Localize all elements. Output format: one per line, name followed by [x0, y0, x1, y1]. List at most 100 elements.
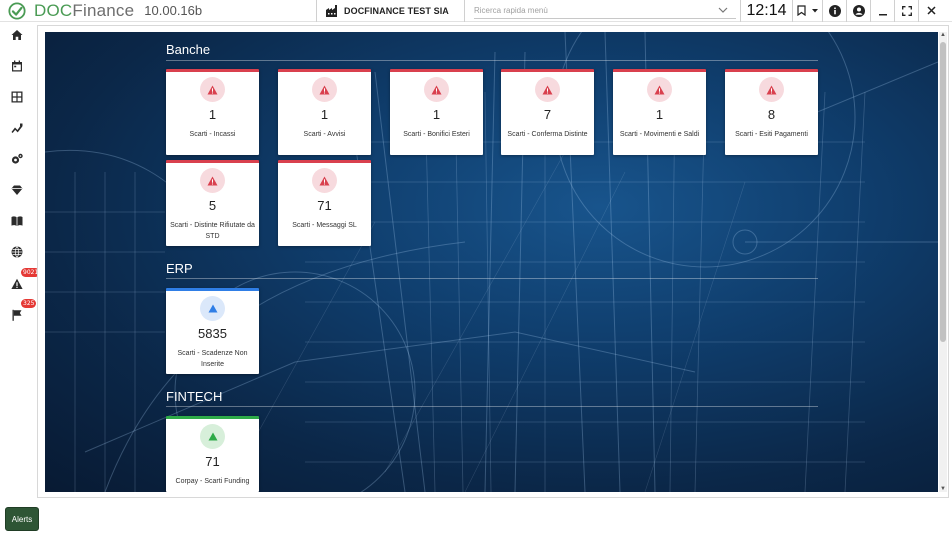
sidebar-item-flags[interactable]: 325: [9, 299, 37, 323]
triangle-up-icon: [200, 424, 225, 449]
version-label: 10.00.16b: [144, 3, 203, 18]
quick-menu-search-input[interactable]: [474, 2, 736, 19]
user-icon: [852, 4, 865, 17]
warning-icon: [535, 77, 560, 102]
sidebar-item-docs[interactable]: [9, 213, 25, 229]
section-title-erp: ERP: [166, 261, 193, 276]
alert-count: 1: [655, 107, 664, 122]
sidebar-item-dashboard[interactable]: [9, 89, 25, 105]
section-divider: [166, 406, 818, 407]
trend-chart-icon: [11, 123, 23, 133]
alert-label: Scarti - Bonifici Esteri: [403, 131, 470, 138]
section-divider: [166, 278, 818, 279]
alert-count: 5835: [198, 326, 227, 341]
company-name: DOCFINANCE TEST SIA: [344, 5, 449, 16]
close-button[interactable]: [918, 0, 943, 22]
sidebar-item-calendar[interactable]: [9, 58, 25, 74]
alert-label: Scarti - Messaggi SL: [292, 222, 357, 229]
diamond-icon: [11, 185, 23, 195]
alert-label: Scarti - Avvisi: [303, 131, 346, 138]
flags-count-badge: 325: [21, 299, 37, 308]
alert-count: 71: [317, 198, 332, 213]
alert-count: 1: [432, 107, 441, 122]
minimize-icon: [878, 13, 887, 15]
fullscreen-button[interactable]: [894, 0, 918, 22]
alert-label: Scarti - Incassi: [189, 131, 236, 138]
alert-count: 1: [320, 107, 329, 122]
brand: DOCFinance 10.00.16b: [0, 0, 316, 22]
grid-icon: [11, 91, 23, 103]
vertical-scrollbar[interactable]: ▲ ▼: [939, 32, 947, 492]
warning-icon: [200, 168, 225, 193]
flag-icon: [12, 309, 22, 321]
alert-label: Corpay - Scarti Funding: [175, 478, 250, 485]
alert-card-corpay-scarti-funding[interactable]: 71 Corpay - Scarti Funding: [166, 416, 259, 492]
book-icon: [11, 216, 23, 226]
sidebar-item-web[interactable]: [9, 244, 25, 260]
section-divider: [166, 60, 818, 61]
alert-card-scarti-scadenze-non-inserite[interactable]: 5835 Scarti - Scadenze Non Inserite: [166, 288, 259, 374]
top-bar: DOCFinance 10.00.16b DOCFINANCE TEST SIA…: [0, 0, 952, 22]
scrollbar-thumb[interactable]: [940, 42, 946, 342]
minimize-button[interactable]: [870, 0, 894, 22]
sidebar-item-treasury[interactable]: [9, 182, 25, 198]
info-button[interactable]: [822, 0, 846, 22]
clock: 12:14: [740, 0, 792, 22]
alert-count: 5: [208, 198, 217, 213]
factory-icon: [326, 4, 337, 17]
sidebar-item-analytics[interactable]: [9, 120, 25, 136]
bookmark-button[interactable]: [792, 0, 822, 22]
menu-search: [464, 0, 740, 22]
alert-card-scarti-distinte-rifiutate[interactable]: 5 Scarti - Distinte Rifiutate da STD: [166, 160, 259, 246]
warning-icon: [312, 168, 337, 193]
docfinance-logo-icon: [8, 1, 26, 20]
alert-count: 1: [208, 107, 217, 122]
bookmark-icon: [796, 5, 806, 16]
company-selector[interactable]: DOCFINANCE TEST SIA: [316, 0, 464, 22]
warning-icon: [200, 77, 225, 102]
alert-card-scarti-esiti-pagamenti[interactable]: 8 Scarti - Esiti Pagamenti: [725, 69, 818, 155]
brand-name: DOCFinance: [34, 0, 135, 20]
alert-card-scarti-bonifici-esteri[interactable]: 1 Scarti - Bonifici Esteri: [390, 69, 483, 155]
warning-icon: [11, 278, 23, 289]
triangle-up-icon: [200, 296, 225, 321]
alert-card-scarti-conferma-distinte[interactable]: 7 Scarti - Conferma Distinte: [501, 69, 594, 155]
user-button[interactable]: [846, 0, 870, 22]
chevron-down-icon: [811, 8, 818, 12]
sidebar-item-settings[interactable]: [9, 151, 25, 167]
section-title-banche: Banche: [166, 42, 211, 57]
alert-label: Scarti - Esiti Pagamenti: [735, 131, 808, 138]
alert-card-scarti-incassi[interactable]: 1 Scarti - Incassi: [166, 69, 259, 155]
scroll-down-arrow-icon[interactable]: ▼: [940, 486, 946, 492]
sidebar: 9021 325: [0, 23, 41, 343]
home-icon: [11, 30, 23, 40]
alert-card-scarti-movimenti-saldi[interactable]: 1 Scarti - Movimenti e Saldi: [613, 69, 706, 155]
info-icon: [828, 4, 841, 17]
warning-icon: [312, 77, 337, 102]
alerts-dashboard: Banche 1 Scarti - Incassi 1 Scarti - Avv…: [45, 32, 938, 492]
alert-count: 8: [767, 107, 776, 122]
chevron-down-icon[interactable]: [718, 6, 728, 14]
alert-label: Scarti - Scadenze Non Inserite: [177, 350, 248, 368]
alert-card-scarti-avvisi[interactable]: 1 Scarti - Avvisi: [278, 69, 371, 155]
main-panel: Banche 1 Scarti - Incassi 1 Scarti - Avv…: [37, 25, 949, 498]
calendar-icon: [12, 60, 22, 72]
alert-count: 71: [205, 454, 220, 469]
sidebar-item-home[interactable]: [9, 27, 25, 43]
alert-label: Scarti - Conferma Distinte: [507, 131, 588, 138]
alert-card-scarti-messaggi-sl[interactable]: 71 Scarti - Messaggi SL: [278, 160, 371, 246]
sidebar-item-warnings[interactable]: 9021: [9, 268, 41, 292]
warning-icon: [424, 77, 449, 102]
scroll-up-arrow-icon[interactable]: ▲: [940, 32, 946, 38]
alert-label: Scarti - Distinte Rifiutate da STD: [170, 222, 255, 240]
warning-icon: [759, 77, 784, 102]
alert-count: 7: [543, 107, 552, 122]
fullscreen-icon: [901, 5, 912, 16]
alert-label: Scarti - Movimenti e Saldi: [619, 131, 700, 138]
alerts-button[interactable]: Alerts: [5, 507, 39, 531]
settings-gears-icon: [11, 153, 23, 164]
globe-icon: [11, 246, 23, 258]
close-icon: [926, 6, 936, 15]
section-title-fintech: FINTECH: [166, 389, 223, 404]
warning-icon: [647, 77, 672, 102]
